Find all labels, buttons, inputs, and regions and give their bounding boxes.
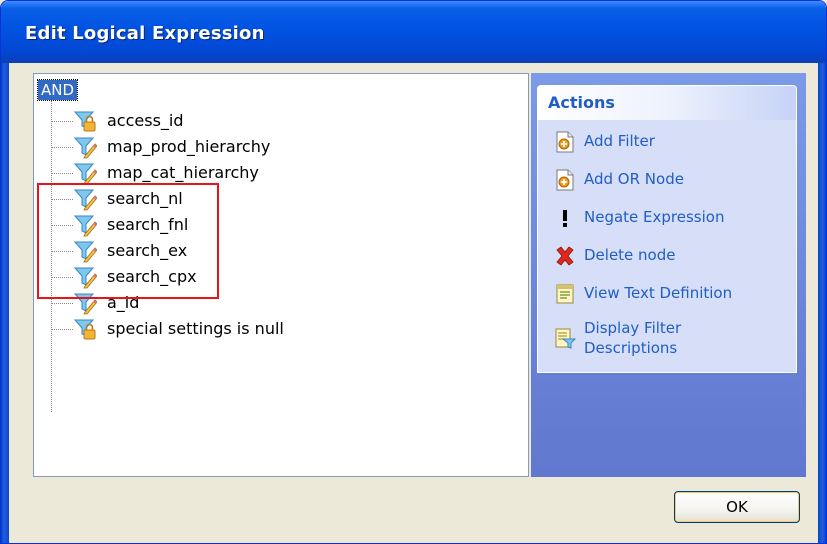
lock-condition-icon: [73, 317, 97, 341]
lock-condition-icon: [73, 109, 97, 133]
action-label: Add Filter: [584, 132, 655, 150]
add-filter-icon: [554, 131, 576, 153]
tree-node-label: map_prod_hierarchy: [107, 137, 271, 156]
action-label: Delete node: [584, 246, 676, 264]
text-document-icon: [554, 283, 576, 305]
red-x-icon: [554, 245, 576, 267]
filter-icon: [73, 135, 98, 159]
tree-node-label: access_id: [107, 111, 184, 130]
window-frame-right: [818, 63, 826, 543]
ok-button[interactable]: OK: [674, 491, 800, 523]
edit-logical-expression-dialog: Edit Logical Expression AND access_id ma…: [0, 0, 827, 544]
add-or-node-icon: [554, 169, 576, 191]
action-label: Display Filter Descriptions: [584, 319, 682, 357]
dialog-title: Edit Logical Expression: [25, 23, 265, 44]
tree-root-and-node[interactable]: AND: [36, 79, 79, 101]
actions-panel: Actions Add Filter Add OR Node Negate Ex…: [537, 85, 797, 373]
highlight-annotation-box: [37, 183, 219, 299]
window-frame-left: [1, 63, 9, 543]
exclamation-icon: [554, 207, 576, 229]
filter-description-icon: [554, 327, 577, 349]
filter-icon: [73, 161, 98, 185]
action-label: View Text Definition: [584, 284, 733, 302]
title-bar[interactable]: Edit Logical Expression: [1, 1, 826, 63]
action-label: Add OR Node: [584, 170, 684, 188]
actions-header: Actions: [538, 86, 796, 120]
tree-node-label: special settings is null: [107, 319, 284, 338]
action-label: Negate Expression: [584, 208, 725, 226]
